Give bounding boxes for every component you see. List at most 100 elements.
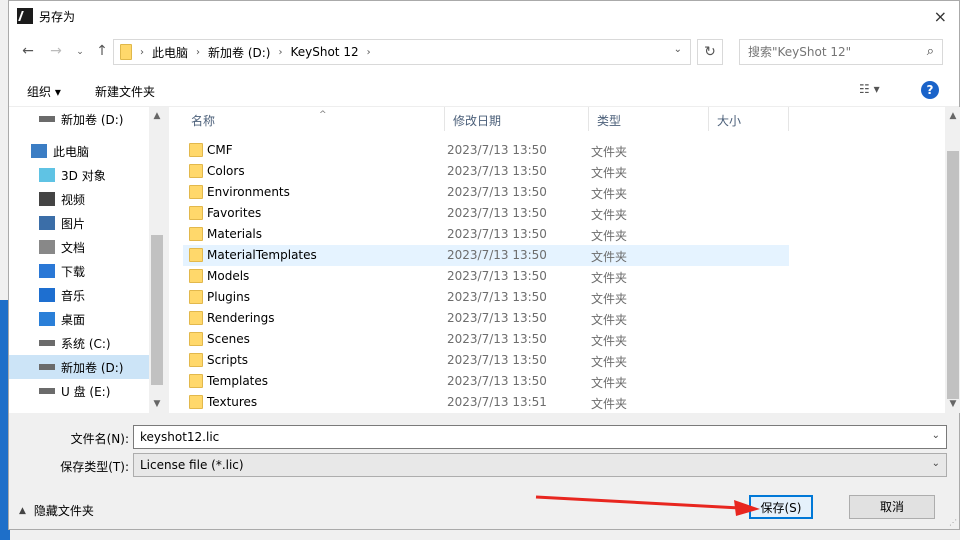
sidebar-item[interactable]: 此电脑 xyxy=(9,139,149,163)
file-date: 2023/7/13 13:50 xyxy=(447,353,547,367)
file-date: 2023/7/13 13:50 xyxy=(447,269,547,283)
sidebar-item[interactable]: 桌面 xyxy=(9,307,149,331)
file-name: Renderings xyxy=(207,311,275,325)
sidebar-item[interactable]: 视频 xyxy=(9,187,149,211)
filename-history-dropdown-icon[interactable]: ⌄ xyxy=(932,430,940,441)
file-list-scroll-thumb[interactable] xyxy=(947,151,959,399)
help-icon[interactable]: ? xyxy=(921,81,939,99)
new-folder-button[interactable]: 新建文件夹 xyxy=(95,83,155,100)
sidebar-item[interactable]: 系统 (C:) xyxy=(9,331,149,355)
file-name: Colors xyxy=(207,164,245,178)
view-options-icon[interactable]: ☷ ▾ xyxy=(859,82,880,96)
folder-icon xyxy=(189,164,203,178)
column-header-name[interactable]: ^ 名称 xyxy=(183,107,445,131)
file-row[interactable]: CMF 2023/7/13 13:50 文件夹 xyxy=(183,140,789,161)
column-header-date-label: 修改日期 xyxy=(453,114,502,128)
3d-objects-icon xyxy=(39,168,55,182)
computer-icon xyxy=(31,144,47,158)
file-row[interactable]: Environments 2023/7/13 13:50 文件夹 xyxy=(183,182,789,203)
sidebar-scrollbar[interactable]: ▲ ▼ xyxy=(149,107,165,413)
back-arrow-icon[interactable]: ← xyxy=(19,43,37,59)
sort-ascending-icon: ^ xyxy=(319,110,327,120)
file-name: CMF xyxy=(207,143,233,157)
sidebar-item[interactable]: 新加卷 (D:) xyxy=(9,107,149,131)
refresh-icon[interactable]: ↻ xyxy=(697,39,723,65)
pictures-icon xyxy=(39,216,55,230)
save-button[interactable]: 保存(S) xyxy=(749,495,813,519)
column-header-size[interactable]: 大小 xyxy=(709,107,789,131)
search-input[interactable] xyxy=(748,45,908,59)
file-type: 文件夹 xyxy=(591,376,628,390)
file-list-scrollbar[interactable]: ▲ ▼ xyxy=(945,107,960,413)
file-date: 2023/7/13 13:50 xyxy=(447,332,547,346)
desktop-icon xyxy=(39,312,55,326)
filename-field[interactable]: ⌄ xyxy=(133,425,947,449)
sidebar-item[interactable]: U 盘 (E:) xyxy=(9,379,149,403)
video-icon xyxy=(39,192,55,206)
chevron-down-icon[interactable]: ⌄ xyxy=(932,458,940,469)
file-row[interactable]: Scripts 2023/7/13 13:50 文件夹 xyxy=(183,350,789,371)
recent-locations-chevron-icon[interactable]: ⌄ xyxy=(71,47,89,57)
column-header-type[interactable]: 类型 xyxy=(589,107,709,131)
breadcrumb-this-pc[interactable]: 此电脑 xyxy=(152,44,188,61)
file-row[interactable]: Materials 2023/7/13 13:50 文件夹 xyxy=(183,224,789,245)
scroll-down-icon[interactable]: ▼ xyxy=(945,399,960,409)
file-row[interactable]: Models 2023/7/13 13:50 文件夹 xyxy=(183,266,789,287)
up-arrow-icon[interactable]: ↑ xyxy=(93,43,111,59)
column-header-name-label: 名称 xyxy=(191,114,216,128)
close-icon[interactable]: × xyxy=(934,7,947,26)
address-bar[interactable]: › 此电脑 › 新加卷 (D:) › KeyShot 12 › ⌄ xyxy=(113,39,691,65)
file-date: 2023/7/13 13:50 xyxy=(447,164,547,178)
breadcrumb-drive-d[interactable]: 新加卷 (D:) xyxy=(208,44,270,61)
file-name: Plugins xyxy=(207,290,250,304)
file-row[interactable]: Templates 2023/7/13 13:50 文件夹 xyxy=(183,371,789,392)
download-icon xyxy=(39,264,55,278)
breadcrumb-separator-icon: › xyxy=(278,46,283,58)
save-as-dialog: 另存为 × ← → ⌄ ↑ › 此电脑 › 新加卷 (D:) › KeyShot… xyxy=(8,0,960,530)
hide-folders-toggle[interactable]: ▲ 隐藏文件夹 xyxy=(19,502,94,519)
sidebar-item[interactable]: 新加卷 (D:) xyxy=(9,355,149,379)
file-row[interactable]: Favorites 2023/7/13 13:50 文件夹 xyxy=(183,203,789,224)
sidebar-item[interactable]: 音乐 xyxy=(9,283,149,307)
scroll-up-icon[interactable]: ▲ xyxy=(945,111,960,121)
sidebar-item[interactable]: 图片 xyxy=(9,211,149,235)
sidebar-item[interactable]: 下载 xyxy=(9,259,149,283)
file-row[interactable]: Colors 2023/7/13 13:50 文件夹 xyxy=(183,161,789,182)
drive-icon xyxy=(39,340,55,346)
scroll-up-icon[interactable]: ▲ xyxy=(149,111,165,121)
sidebar-scroll-thumb[interactable] xyxy=(151,235,163,385)
column-header-date[interactable]: 修改日期 xyxy=(445,107,589,131)
filename-input[interactable] xyxy=(134,426,914,448)
file-date: 2023/7/13 13:50 xyxy=(447,311,547,325)
file-type: 文件夹 xyxy=(591,250,628,264)
folder-icon xyxy=(189,311,203,325)
file-name: Favorites xyxy=(207,206,262,220)
search-icon[interactable]: ⌕ xyxy=(927,44,934,59)
organize-menu-button[interactable]: 组织 ▾ xyxy=(27,83,61,100)
file-row[interactable]: Textures 2023/7/13 13:51 文件夹 xyxy=(183,392,789,413)
caret-up-icon: ▲ xyxy=(19,505,26,516)
search-box[interactable]: ⌕ xyxy=(739,39,943,65)
sidebar-item-label: 音乐 xyxy=(61,288,86,303)
file-row[interactable]: Scenes 2023/7/13 13:50 文件夹 xyxy=(183,329,789,350)
scroll-down-icon[interactable]: ▼ xyxy=(149,399,165,409)
file-row[interactable]: Renderings 2023/7/13 13:50 文件夹 xyxy=(183,308,789,329)
file-type: 文件夹 xyxy=(591,292,628,306)
cancel-button[interactable]: 取消 xyxy=(849,495,935,519)
drive-icon xyxy=(39,116,55,122)
sidebar-item-label: U 盘 (E:) xyxy=(61,384,111,399)
resize-grip-icon[interactable]: ⋰ xyxy=(949,518,957,527)
address-dropdown-icon[interactable]: ⌄ xyxy=(674,44,682,55)
sidebar-item[interactable]: 文档 xyxy=(9,235,149,259)
file-type: 文件夹 xyxy=(591,313,628,327)
filetype-select[interactable]: License file (*.lic) ⌄ xyxy=(133,453,947,477)
file-row[interactable]: MaterialTemplates 2023/7/13 13:50 文件夹 xyxy=(183,245,789,266)
sidebar-item-label: 桌面 xyxy=(61,312,86,327)
sidebar-item[interactable]: 3D 对象 xyxy=(9,163,149,187)
filetype-label: 保存类型(T): xyxy=(60,460,129,474)
breadcrumb-keyshot-12[interactable]: KeyShot 12 xyxy=(290,45,358,59)
forward-arrow-icon[interactable]: → xyxy=(47,43,65,59)
file-row[interactable]: Plugins 2023/7/13 13:50 文件夹 xyxy=(183,287,789,308)
hide-folders-label: 隐藏文件夹 xyxy=(33,504,94,518)
file-date: 2023/7/13 13:50 xyxy=(447,374,547,388)
